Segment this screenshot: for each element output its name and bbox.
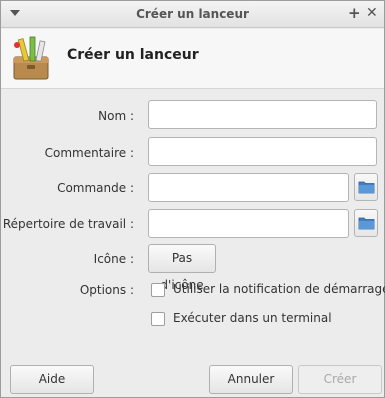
icon-label: Icône : (93, 252, 134, 266)
title-bar: Créer un lanceur + ✕ (1, 1, 384, 28)
close-icon[interactable]: ✕ (366, 5, 378, 21)
dialog-heading: Créer un lanceur (67, 47, 199, 63)
launcher-toolbox-icon (13, 36, 49, 80)
cancel-button[interactable]: Annuler (209, 365, 293, 394)
comment-label: Commentaire : (44, 146, 134, 160)
maximize-icon[interactable]: + (348, 5, 361, 21)
folder-icon (358, 217, 375, 230)
command-field[interactable] (148, 173, 349, 202)
name-label: Nom : (98, 109, 134, 123)
workdir-field[interactable] (148, 209, 349, 238)
folder-icon (358, 181, 375, 194)
workdir-browse-button[interactable] (354, 209, 378, 237)
options-label: Options : (79, 283, 134, 297)
run-in-terminal-label[interactable]: Exécuter dans un terminal (173, 311, 332, 325)
create-button[interactable]: Créer (298, 365, 382, 394)
command-label: Commande : (57, 181, 134, 195)
choose-icon-button[interactable]: Pas d'icône (148, 244, 216, 292)
name-field[interactable] (148, 100, 377, 129)
dialog-header: Créer un lanceur (1, 29, 384, 89)
run-in-terminal-checkbox[interactable] (151, 312, 165, 326)
workdir-label: Répertoire de travail : (2, 217, 134, 231)
launcher-dialog: Créer un lanceur + ✕ Créer un lanceur No… (0, 0, 385, 398)
startup-notify-label[interactable]: Utiliser la notification de démarrage (173, 282, 385, 296)
startup-notify-checkbox[interactable] (151, 283, 165, 297)
help-button[interactable]: Aide (10, 365, 94, 394)
comment-field[interactable] (148, 137, 377, 166)
command-browse-button[interactable] (354, 173, 378, 201)
window-title: Créer un lanceur (136, 7, 249, 21)
